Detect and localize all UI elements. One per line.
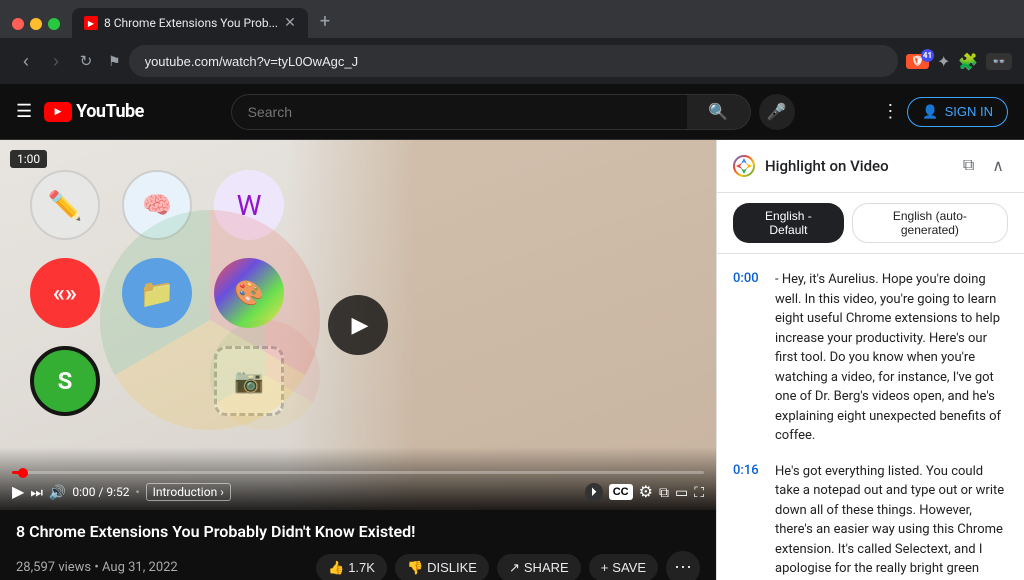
bookmark-button[interactable]: ⚑ <box>108 53 121 70</box>
video-section: ✏️ 🧠 W «» 📁 🎨 S 📷 <box>0 140 716 580</box>
theater-button[interactable]: ▭ <box>675 484 688 501</box>
lang-tab-auto[interactable]: English (auto-generated) <box>852 203 1008 243</box>
refresh-button[interactable]: ↻ <box>72 47 100 75</box>
tab-favicon: ▶ <box>84 16 98 30</box>
panel-header: Highlight on Video ⧉ ∧ <box>717 140 1024 193</box>
yt-logo-text: YouTube <box>76 101 144 122</box>
save-icon: + <box>601 560 609 575</box>
transcript-text: - Hey, it's Aurelius. Hope you're doing … <box>775 270 1008 446</box>
yt-logo[interactable]: ▶ YouTube <box>44 101 144 122</box>
transcript-area: 0:00 - Hey, it's Aurelius. Hope you're d… <box>717 254 1024 580</box>
browser-chrome: ▶ 8 Chrome Extensions You Prob... ✕ + ‹ … <box>0 0 1024 84</box>
search-icon: 🔍 <box>708 102 728 122</box>
copy-button[interactable]: ⧉ <box>959 153 978 179</box>
volume-button[interactable]: 🔊 <box>49 484 66 501</box>
language-tabs: English - Default English (auto-generate… <box>717 193 1024 254</box>
dislike-button[interactable]: 👎 DISLIKE <box>395 554 489 580</box>
video-controls: ▶ ⏭ 🔊 0:00 / 9:52 • Introduction › ⏵ CC … <box>0 447 716 510</box>
collapse-panel-button[interactable]: ∧ <box>988 152 1008 180</box>
like-button[interactable]: 👍 1.7K <box>316 554 387 580</box>
search-input[interactable] <box>231 94 687 130</box>
timestamp[interactable]: 0:00 <box>733 270 763 446</box>
main-content: ✏️ 🧠 W «» 📁 🎨 S 📷 <box>0 140 1024 580</box>
like-count: 1.7K <box>348 560 375 575</box>
timestamp[interactable]: 0:16 <box>733 462 763 580</box>
address-bar: ‹ › ↻ ⚑ 🛡 41 ✦ 🧩 👓 <box>0 38 1024 84</box>
new-tab-button[interactable]: + <box>312 11 338 38</box>
more-options-button[interactable]: ⋮ <box>881 101 899 122</box>
video-title: 8 Chrome Extensions You Probably Didn't … <box>16 522 700 543</box>
transcript-entry: 0:16 He's got everything listed. You cou… <box>717 454 1024 580</box>
timer-badge: 1:00 <box>10 150 47 168</box>
tab-title: 8 Chrome Extensions You Prob... <box>104 16 278 30</box>
video-info: 8 Chrome Extensions You Probably Didn't … <box>0 510 716 580</box>
progress-fill <box>12 471 24 474</box>
time-display: 0:00 / 9:52 <box>72 485 129 499</box>
search-button[interactable]: 🔍 <box>687 94 751 130</box>
extension-icon-star[interactable]: ✦ <box>937 52 950 71</box>
yt-header: ☰ ▶ YouTube 🔍 🎤 ⋮ 👤 SIGN IN <box>0 84 1024 140</box>
sign-in-button[interactable]: 👤 SIGN IN <box>907 97 1008 127</box>
miniplayer-button[interactable]: ⧉ <box>659 484 669 501</box>
minimize-window-button[interactable] <box>30 18 42 30</box>
maximize-window-button[interactable] <box>48 18 60 30</box>
gemini-logo-icon <box>733 155 755 177</box>
play-pause-button[interactable]: ▶ <box>12 482 24 502</box>
next-button[interactable]: ⏭ <box>30 484 43 501</box>
extension-icon-puzzle[interactable]: 🧩 <box>958 52 978 71</box>
forward-button[interactable]: › <box>42 47 70 75</box>
video-player[interactable]: ✏️ 🧠 W «» 📁 🎨 S 📷 <box>0 140 716 510</box>
brave-shield-icon[interactable]: 🛡 41 <box>906 54 929 69</box>
view-count: 28,597 views • Aug 31, 2022 <box>16 560 178 575</box>
transcript-text: He's got everything listed. You could ta… <box>775 462 1008 580</box>
highlight-panel: Highlight on Video ⧉ ∧ English - Default… <box>716 140 1024 580</box>
panel-title: Highlight on Video <box>765 157 949 175</box>
hamburger-menu-button[interactable]: ☰ <box>16 101 32 122</box>
microphone-button[interactable]: 🎤 <box>759 94 795 130</box>
fullscreen-button[interactable]: ⛶ <box>694 484 704 501</box>
thumbs-up-icon: 👍 <box>328 560 344 576</box>
progress-dot <box>18 468 28 478</box>
subtitles-button[interactable]: CC <box>609 484 633 500</box>
more-actions-button[interactable]: ⋯ <box>666 551 700 580</box>
extension-icon-glasses[interactable]: 👓 <box>986 53 1012 70</box>
close-window-button[interactable] <box>12 18 24 30</box>
save-button[interactable]: + SAVE <box>589 554 658 580</box>
back-button[interactable]: ‹ <box>12 47 40 75</box>
yt-logo-icon: ▶ <box>44 102 72 122</box>
autoplay-toggle[interactable]: ⏵ <box>585 483 603 502</box>
share-icon: ↗ <box>509 560 520 576</box>
thumbs-down-icon: 👎 <box>407 560 423 576</box>
close-tab-icon[interactable]: ✕ <box>284 15 296 31</box>
progress-bar[interactable] <box>12 471 704 474</box>
tab-bar: ▶ 8 Chrome Extensions You Prob... ✕ + <box>0 0 1024 38</box>
brave-badge: 41 <box>921 49 934 62</box>
settings-button[interactable]: ⚙ <box>639 482 653 502</box>
youtube-app: ☰ ▶ YouTube 🔍 🎤 ⋮ 👤 SIGN IN <box>0 84 1024 580</box>
lang-tab-default[interactable]: English - Default <box>733 203 844 243</box>
chapter-label[interactable]: Introduction › <box>146 483 231 501</box>
active-tab[interactable]: ▶ 8 Chrome Extensions You Prob... ✕ <box>72 8 308 38</box>
url-input[interactable] <box>129 45 899 77</box>
share-button[interactable]: ↗ SHARE <box>497 554 581 580</box>
transcript-entry: 0:00 - Hey, it's Aurelius. Hope you're d… <box>717 262 1024 454</box>
account-icon: 👤 <box>922 104 938 120</box>
